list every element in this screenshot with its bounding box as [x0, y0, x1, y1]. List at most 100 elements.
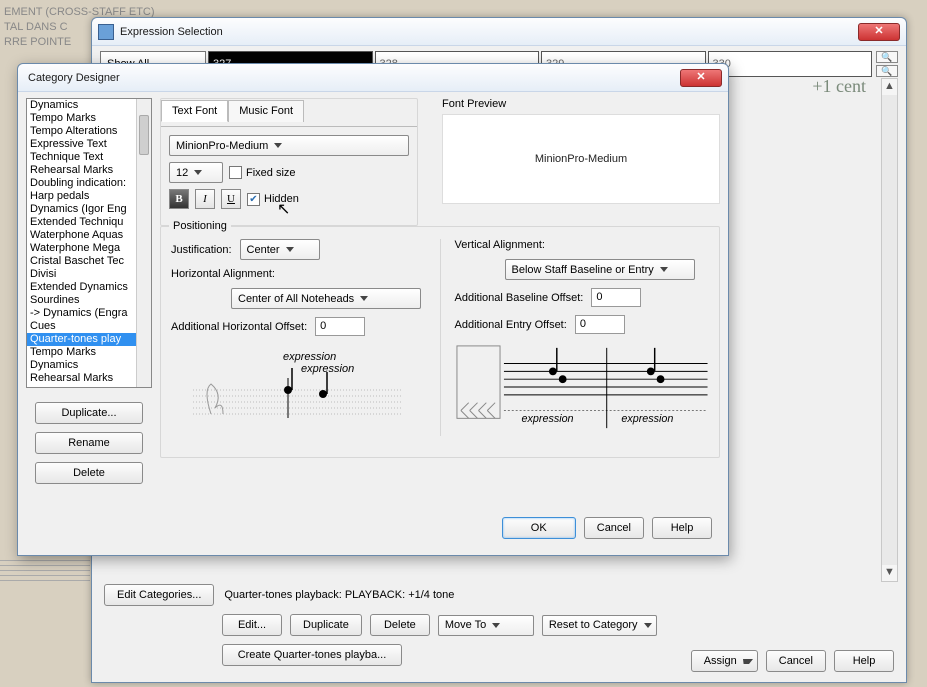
app-icon	[98, 24, 114, 40]
horizontal-diagram: expression expression	[171, 344, 426, 436]
measure-box-330[interactable]: 330	[708, 51, 873, 77]
edit-categories-button[interactable]: Edit Categories...	[104, 584, 214, 606]
chevron-down-icon	[274, 143, 282, 148]
category-designer-dialog: Category Designer ✕ DynamicsTempo MarksT…	[17, 63, 729, 556]
hoffset-label: Additional Horizontal Offset:	[171, 321, 307, 333]
category-list-item[interactable]: Divisi	[27, 268, 136, 281]
category-list-item[interactable]: Quarter-tones play	[27, 333, 136, 346]
category-list-item[interactable]: Cues	[27, 320, 136, 333]
halign-label: Horizontal Alignment:	[171, 268, 275, 280]
move-to-dropdown[interactable]: Move To	[438, 615, 534, 636]
help-button[interactable]: Help	[652, 517, 712, 539]
category-list-item[interactable]: Rehearsal Marks	[27, 164, 136, 177]
italic-button[interactable]: I	[195, 189, 215, 209]
listbox-scrollbar[interactable]	[136, 99, 151, 387]
zoom-in-button[interactable]: 🔍	[876, 51, 898, 63]
category-list-item[interactable]: Cristal Baschet Tec	[27, 255, 136, 268]
category-list-item[interactable]: Waterphone Aquas	[27, 229, 136, 242]
svg-text:expression: expression	[521, 413, 573, 425]
chevron-down-icon	[492, 623, 500, 628]
halign-dropdown[interactable]: Center of All Noteheads	[231, 288, 421, 309]
status-text: Quarter-tones playback: PLAYBACK: +1/4 t…	[224, 589, 454, 601]
tab-music-font[interactable]: Music Font	[228, 100, 304, 122]
positioning-group: Positioning Justification: Center Horizo…	[160, 226, 720, 458]
category-list-item[interactable]: Dynamics (Igor Eng	[27, 203, 136, 216]
font-preview-label: Font Preview	[442, 98, 720, 110]
category-rename-button[interactable]: Rename	[35, 432, 143, 454]
cancel-button[interactable]: Cancel	[584, 517, 644, 539]
category-list-item[interactable]: Doubling indication:	[27, 177, 136, 190]
category-list-item[interactable]: Harp pedals	[27, 190, 136, 203]
category-delete-button[interactable]: Delete	[35, 462, 143, 484]
category-list-item[interactable]: Extended Techniqu	[27, 216, 136, 229]
category-list-item[interactable]: Sourdines	[27, 294, 136, 307]
cancel-button[interactable]: Cancel	[766, 650, 826, 672]
hidden-checkbox[interactable]: ✔ Hidden	[247, 193, 299, 206]
titlebar[interactable]: Expression Selection ✕	[92, 18, 906, 46]
category-list-item[interactable]: Tempo Marks	[27, 112, 136, 125]
category-list-item[interactable]: Waterphone Mega	[27, 242, 136, 255]
category-list-panel: DynamicsTempo MarksTempo AlterationsExpr…	[26, 98, 152, 484]
category-list-item[interactable]: Dynamics	[27, 99, 136, 112]
chevron-down-icon	[743, 659, 753, 664]
boffset-label: Additional Baseline Offset:	[455, 292, 584, 304]
font-preview-box: MinionPro-Medium	[442, 114, 720, 204]
category-listbox[interactable]: DynamicsTempo MarksTempo AlterationsExpr…	[26, 98, 152, 388]
underline-button[interactable]: U	[221, 189, 241, 209]
close-button[interactable]: ✕	[680, 69, 722, 87]
chevron-down-icon	[194, 170, 202, 175]
create-expression-button[interactable]: Create Quarter-tones playba...	[222, 644, 402, 666]
font-preview-panel: Font Preview MinionPro-Medium	[442, 98, 720, 204]
category-list-item[interactable]: -> Dynamics (Engra	[27, 307, 136, 320]
tab-text-font[interactable]: Text Font	[161, 100, 228, 122]
category-list-item[interactable]: Extended Dynamics	[27, 281, 136, 294]
edit-button[interactable]: Edit...	[222, 614, 282, 636]
font-name-dropdown[interactable]: MinionPro-Medium	[169, 135, 409, 156]
chevron-down-icon	[644, 623, 652, 628]
chevron-down-icon	[286, 247, 294, 252]
font-group: Text Font Music Font MinionPro-Medium 12	[160, 98, 418, 226]
category-list-item[interactable]: Expressive Text	[27, 138, 136, 151]
valign-label: Vertical Alignment:	[455, 239, 546, 251]
vertical-scrollbar[interactable]: ▲ ▼	[881, 78, 898, 582]
dialog-title: Expression Selection	[120, 26, 858, 38]
chevron-down-icon	[660, 267, 668, 272]
close-button[interactable]: ✕	[858, 23, 900, 41]
hoffset-input[interactable]: 0	[315, 317, 365, 336]
delete-button[interactable]: Delete	[370, 614, 430, 636]
help-button[interactable]: Help	[834, 650, 894, 672]
eoffset-input[interactable]: 0	[575, 315, 625, 334]
font-size-dropdown[interactable]: 12	[169, 162, 223, 183]
category-list-item[interactable]: Dynamics	[27, 359, 136, 372]
eoffset-label: Additional Entry Offset:	[455, 319, 567, 331]
scroll-down-arrow[interactable]: ▼	[882, 565, 897, 581]
category-list-item[interactable]: Rehearsal Marks	[27, 372, 136, 385]
checkbox-icon	[229, 166, 242, 179]
bold-button[interactable]: B	[169, 189, 189, 209]
assign-button[interactable]: Assign	[691, 650, 758, 672]
background-music-staff	[0, 560, 90, 680]
cent-label: +1 cent	[812, 76, 866, 97]
duplicate-button[interactable]: Duplicate	[290, 614, 362, 636]
category-duplicate-button[interactable]: Duplicate...	[35, 402, 143, 424]
category-list-item[interactable]: Technique Text	[27, 151, 136, 164]
reset-to-category-dropdown[interactable]: Reset to Category	[542, 615, 657, 636]
zoom-out-button[interactable]: 🔍	[876, 65, 898, 77]
ok-button[interactable]: OK	[502, 517, 576, 539]
scroll-up-arrow[interactable]: ▲	[882, 79, 897, 95]
chevron-down-icon	[360, 296, 368, 301]
justification-label: Justification:	[171, 244, 232, 256]
dialog-title: Category Designer	[24, 72, 680, 84]
svg-text:expression: expression	[621, 413, 673, 425]
fixed-size-checkbox[interactable]: Fixed size	[229, 166, 296, 179]
checkbox-icon: ✔	[247, 193, 260, 206]
valign-dropdown[interactable]: Below Staff Baseline or Entry	[505, 259, 695, 280]
positioning-label: Positioning	[169, 220, 231, 232]
category-list-item[interactable]: Tempo Alterations	[27, 125, 136, 138]
vertical-diagram: expression expression	[455, 342, 710, 434]
svg-text:expression: expression	[283, 351, 336, 363]
boffset-input[interactable]: 0	[591, 288, 641, 307]
justification-dropdown[interactable]: Center	[240, 239, 320, 260]
category-list-item[interactable]: Tempo Marks	[27, 346, 136, 359]
titlebar[interactable]: Category Designer ✕	[18, 64, 728, 92]
